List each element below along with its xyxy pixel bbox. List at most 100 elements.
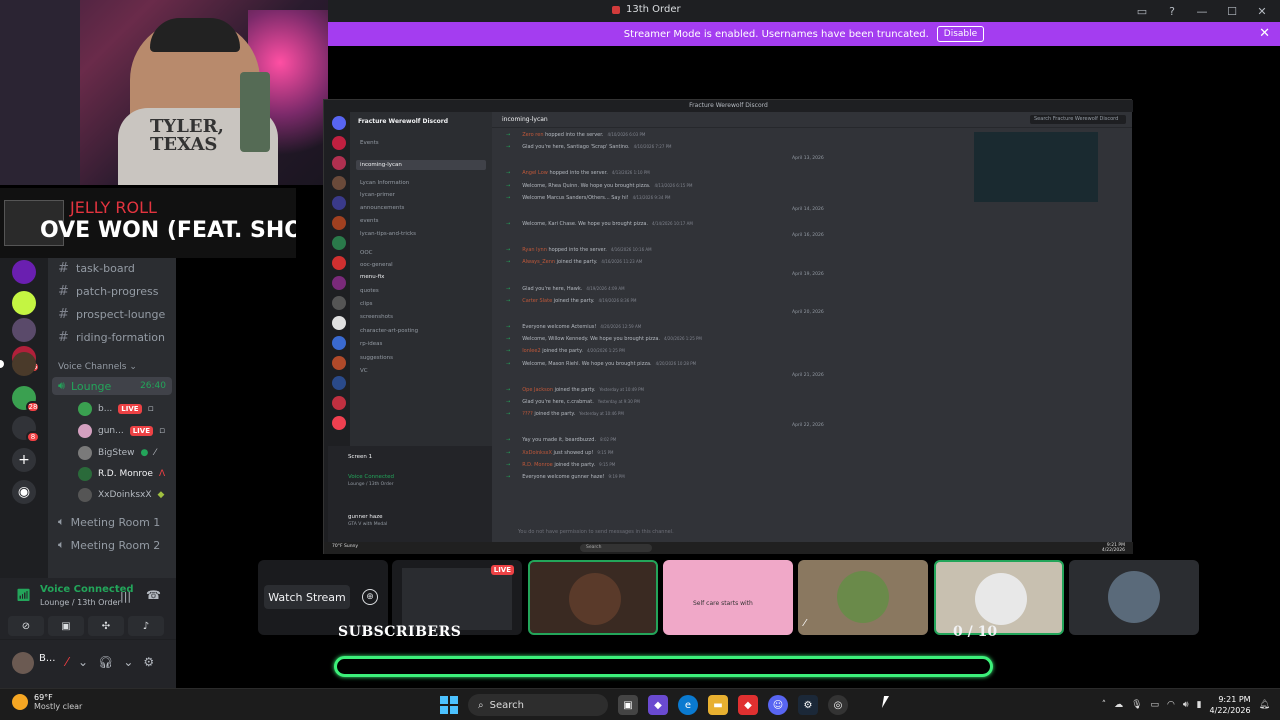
popout-icon[interactable]: ⊕ [362, 589, 378, 605]
stream-tile[interactable]: ⁄ [798, 560, 928, 635]
stream-message-time: 4/10/2026 7:27 PM [633, 144, 672, 150]
wifi-icon[interactable]: ◠ [1167, 700, 1175, 710]
voice-channel-meeting-room-1[interactable]: 🔈︎ Meeting Room 1 [58, 515, 160, 529]
obs-icon[interactable]: ◎ [828, 695, 848, 715]
close-window-icon[interactable]: ✕ [1254, 3, 1270, 19]
avatar [78, 402, 92, 416]
voice-user[interactable]: b... LIVE ▫ [78, 402, 154, 416]
stream-message-time: 4/20/2026 1:25 PM [663, 336, 702, 342]
steam-icon[interactable]: ⚙ [798, 695, 818, 715]
chevron-down-icon[interactable]: ⌄ [78, 655, 88, 669]
server-icon[interactable]: 8 [12, 416, 40, 443]
now-playing-overlay: JELLY ROLL OVE WON (FEAT. SHOO [0, 188, 296, 258]
network-icon[interactable]: ▭ [1151, 700, 1160, 710]
stream-user-status: GTA V with Medal [348, 522, 388, 527]
voice-channels-header[interactable]: Voice Channels ⌄ [58, 362, 137, 372]
stream-preview [402, 568, 512, 630]
discord-icon[interactable]: ☺ [768, 695, 788, 715]
copilot-icon[interactable]: ◆ [648, 695, 668, 715]
server-icon[interactable] [12, 352, 36, 376]
stream-server-icon [332, 416, 346, 430]
gear-icon[interactable]: ⚙ [143, 655, 154, 669]
watch-stream-button[interactable]: Watch Stream [264, 585, 350, 609]
user-name[interactable]: B... [39, 653, 55, 664]
stream-message: → Everyone welcome Actemius! 4/20/2026 12:… [506, 324, 641, 330]
stream-chat: incoming-lycan Search Fracture Werewolf … [492, 112, 1132, 542]
stream-channel: rp-ideas [360, 341, 383, 347]
camera-off-icon[interactable]: ⊘ [8, 616, 44, 636]
voice-user[interactable]: XxDoinksxX ◆ [78, 488, 164, 502]
join-arrow-icon: → [506, 360, 511, 367]
help-icon[interactable]: ? [1164, 3, 1180, 19]
app-icon[interactable]: ◆ [738, 695, 758, 715]
channel-task-board[interactable]: # task-board [58, 261, 135, 276]
voice-user[interactable]: gun... LIVE ▫ [78, 424, 165, 438]
user-avatar[interactable] [12, 652, 34, 674]
stream-clock: 9:21 PM 4/22/2026 [1102, 543, 1125, 553]
live-badge: LIVE [118, 404, 142, 414]
stream-message-time: 9:15 PM [599, 461, 616, 467]
stream-message-text: joined the party. [556, 259, 598, 266]
stream-voice-panel: Screen 1 Voice Connected Lounge / 13th O… [328, 446, 492, 542]
edge-icon[interactable]: e [678, 695, 698, 715]
stream-tile[interactable] [528, 560, 658, 635]
voice-user[interactable]: BigStew ● ⁄ [78, 446, 156, 460]
join-arrow-icon: → [506, 259, 511, 266]
minimize-icon[interactable]: — [1194, 3, 1210, 19]
disconnect-icon[interactable]: ☎ [146, 588, 161, 602]
stream-server-icon [332, 316, 346, 330]
taskbar-search[interactable]: ⌕ Search [468, 694, 608, 716]
chevron-down-icon[interactable]: ⌄ [123, 655, 133, 669]
speaker-icon: 🔈︎ [58, 538, 65, 551]
stream-channel: quotes [360, 288, 379, 294]
stream-server-icon [332, 376, 346, 390]
server-icon[interactable]: 28 [12, 386, 40, 413]
server-icon[interactable] [12, 260, 36, 284]
battery-icon[interactable]: ▮ [1197, 700, 1202, 710]
stream-server-icon [332, 296, 346, 310]
noise-suppression-icon[interactable]: ||| [120, 590, 131, 603]
soundboard-icon[interactable]: ♪ [128, 616, 164, 636]
headphones-icon[interactable]: 🎧︎ [98, 655, 113, 669]
file-explorer-icon[interactable]: ▬ [708, 695, 728, 715]
server-icon[interactable] [12, 291, 36, 315]
stream-tile[interactable]: Self care starts with [663, 560, 793, 635]
stream-message-text: Welcome, Willow Kennedy. We hope you bro… [522, 336, 660, 343]
maximize-icon[interactable]: ☐ [1224, 3, 1240, 19]
stream-date-divider: April 13, 2026 [792, 156, 824, 162]
add-server-icon[interactable]: + [12, 448, 36, 472]
voice-location[interactable]: Lounge / 13th Order [40, 598, 121, 607]
stream-tile[interactable] [1069, 560, 1199, 635]
channel-label: prospect-lounge [76, 308, 166, 321]
activities-icon[interactable]: ✣ [88, 616, 124, 636]
voice-user[interactable]: R.D. Monroe Λ [78, 467, 165, 481]
discover-icon[interactable]: ◉ [12, 480, 36, 504]
stream-message: → Ionlee2 joined the party. 4/20/2026 1:25… [506, 348, 625, 354]
channel-patch-progress[interactable]: # patch-progress [58, 284, 159, 299]
mic-muted-icon[interactable]: ⁄ [66, 655, 68, 669]
chevron-up-icon[interactable]: ˄ [1102, 700, 1107, 710]
screen-share-icon[interactable]: ▣ [48, 616, 84, 636]
weather-temp: 69°F [34, 693, 53, 702]
stream-message-user: Ionlee2 [522, 348, 541, 355]
voice-channel-label: Lounge [70, 379, 112, 393]
stream-view[interactable]: Fracture Werewolf Discord Fracture Werew… [323, 99, 1133, 554]
voice-channel-meeting-room-2[interactable]: 🔈︎ Meeting Room 2 [58, 538, 160, 552]
task-view-icon[interactable]: ▣ [618, 695, 638, 715]
voice-channel-lounge[interactable]: 🔊︎ Lounge 26:40 [52, 377, 172, 395]
notifications-icon[interactable]: 🔔︎ [1259, 700, 1270, 710]
close-banner-icon[interactable]: ✕ [1259, 26, 1270, 41]
start-button[interactable] [440, 696, 458, 714]
server-icon[interactable] [12, 318, 36, 342]
volume-icon[interactable]: 🔊︎ [1183, 700, 1189, 710]
channel-riding-formation[interactable]: # riding-formation [58, 330, 165, 345]
disable-streamer-mode-button[interactable]: Disable [936, 26, 985, 42]
weather-widget[interactable]: 69°F Mostly clear [12, 693, 82, 711]
cloud-icon[interactable]: ☁ [1114, 700, 1123, 710]
webcam-wall [0, 0, 80, 185]
video-icon: ▫ [147, 404, 154, 414]
taskbar-clock[interactable]: 9:21 PM 4/22/2026 [1210, 694, 1251, 716]
inbox-icon[interactable]: ▭ [1134, 3, 1150, 19]
channel-prospect-lounge[interactable]: # prospect-lounge [58, 307, 165, 322]
mic-icon[interactable]: 🎙︎ [1131, 700, 1142, 710]
